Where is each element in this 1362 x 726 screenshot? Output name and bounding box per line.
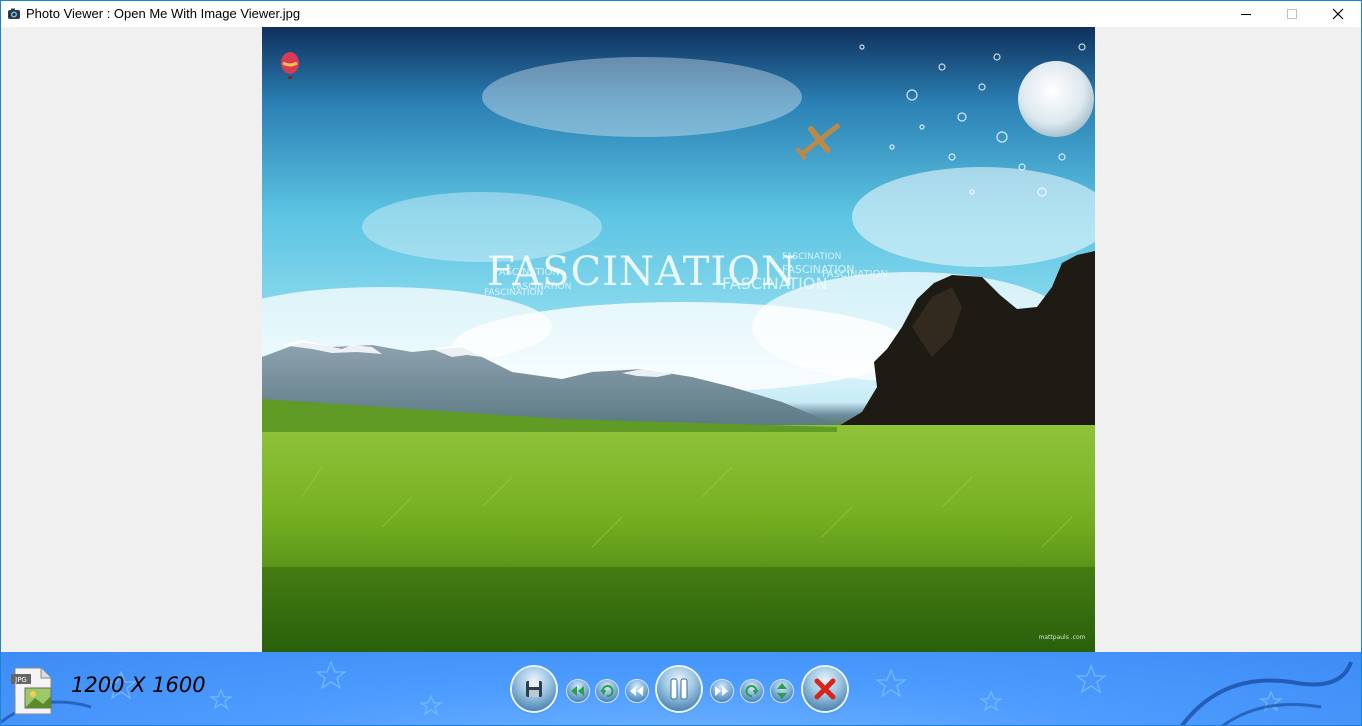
rotate-right-icon: [745, 685, 759, 698]
rotate-left-button[interactable]: [596, 680, 618, 702]
camera-app-icon: [8, 8, 20, 19]
svg-text:FASCINATION: FASCINATION: [822, 269, 888, 280]
svg-text:FASCINATION: FASCINATION: [494, 267, 560, 278]
rotate-left-icon: [600, 685, 614, 698]
next-image-button[interactable]: [711, 680, 733, 702]
bottom-toolbar: JPG 1200 X 1600: [1, 652, 1361, 725]
save-icon: [526, 681, 542, 697]
rewind-icon: [630, 686, 643, 696]
save-button[interactable]: [512, 667, 556, 711]
double-arrow-left-icon: [571, 686, 584, 696]
photo-viewer-window: Photo Viewer : Open Me With Image Viewer…: [0, 0, 1362, 726]
svg-text:FASCINATION: FASCINATION: [782, 252, 841, 262]
minimize-button[interactable]: [1223, 1, 1269, 27]
pause-slideshow-button[interactable]: [657, 667, 701, 711]
close-viewer-button[interactable]: [803, 667, 847, 711]
first-image-button[interactable]: [567, 680, 589, 702]
jpg-file-icon: JPG: [11, 667, 52, 715]
svg-text:JPG: JPG: [14, 676, 27, 684]
window-title: Photo Viewer : Open Me With Image Viewer…: [26, 6, 301, 21]
image-dimensions: 1200 X 1600: [71, 673, 206, 697]
close-window-button[interactable]: [1315, 1, 1361, 27]
rotate-right-button[interactable]: [741, 680, 763, 702]
pause-icon: [670, 678, 688, 700]
fast-forward-icon: [715, 686, 728, 696]
minimize-icon: [1241, 14, 1251, 15]
maximize-icon: [1287, 9, 1297, 19]
flip-vertical-icon: [777, 683, 787, 699]
close-x-icon: [814, 678, 836, 700]
svg-text:FASCINATION: FASCINATION: [722, 274, 827, 293]
flip-button[interactable]: [771, 680, 793, 702]
previous-image-button[interactable]: [626, 680, 648, 702]
watermark-text: mattpauls .com: [1039, 634, 1086, 641]
close-icon: [1332, 8, 1344, 20]
svg-text:FASCINATION: FASCINATION: [484, 288, 543, 298]
maximize-button[interactable]: [1269, 1, 1315, 27]
landscape-image: FASCINATION FASCINATION FASCINATION FASC…: [262, 43, 1095, 652]
photo-display[interactable]: FASCINATION FASCINATION FASCINATION FASC…: [262, 27, 1095, 652]
title-bar[interactable]: Photo Viewer : Open Me With Image Viewer…: [1, 1, 1361, 27]
